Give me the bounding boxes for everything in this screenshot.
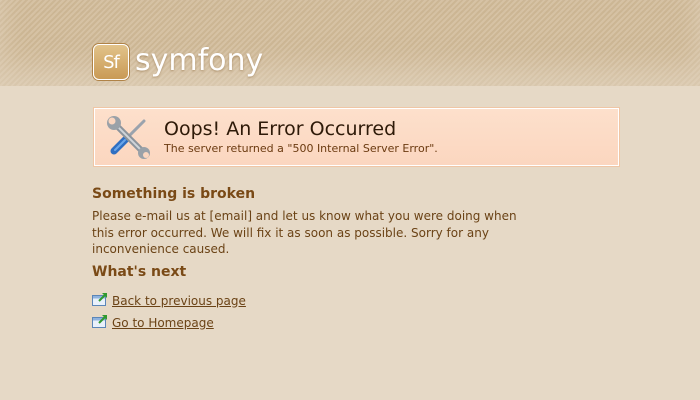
error-message: The server returned a "500 Internal Serv… <box>164 142 438 155</box>
symfony-logo[interactable]: Sf symfony <box>93 42 264 80</box>
link-item-home[interactable]: Go to Homepage <box>92 312 542 334</box>
homepage-link[interactable]: Go to Homepage <box>112 316 214 330</box>
error-title: Oops! An Error Occurred <box>164 118 397 140</box>
next-links: Back to previous page Go to Homepage <box>92 290 542 334</box>
next-heading: What's next <box>92 263 187 280</box>
logo-badge: Sf <box>93 44 129 80</box>
broken-heading: Something is broken <box>92 186 256 202</box>
wrench-screwdriver-icon <box>107 116 150 159</box>
external-link-icon <box>92 292 107 306</box>
back-link[interactable]: Back to previous page <box>112 294 246 308</box>
logo-wordmark: symfony <box>135 42 264 78</box>
broken-description: Please e-mail us at [email] and let us k… <box>92 209 517 256</box>
main-content: Something is broken Please e-mail us at … <box>92 186 542 334</box>
link-item-back[interactable]: Back to previous page <box>92 290 542 312</box>
error-panel: Oops! An Error Occurred The server retur… <box>93 107 620 167</box>
external-link-icon <box>92 314 107 328</box>
